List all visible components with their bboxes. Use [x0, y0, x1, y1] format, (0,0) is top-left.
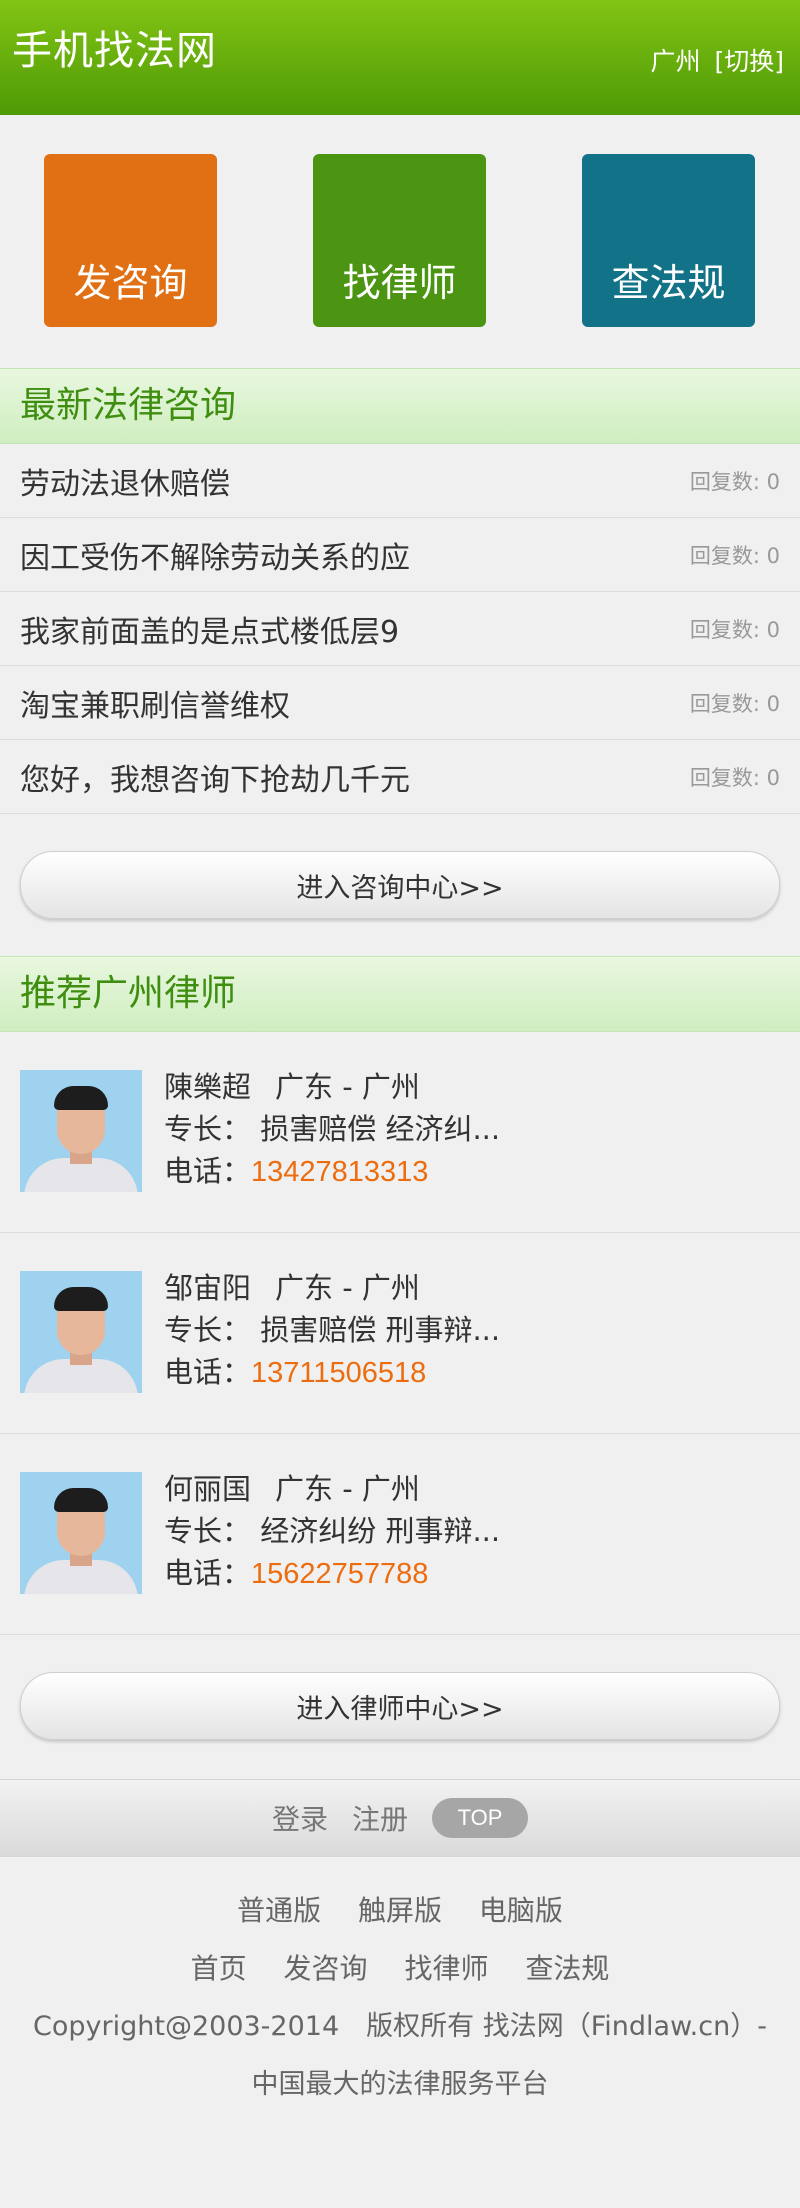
footer-nav-ask[interactable]: 发咨询 — [284, 1952, 368, 1985]
reply-count: 回复数: 0 — [689, 691, 780, 716]
lawyer-phone[interactable]: 13711506518 — [251, 1357, 426, 1389]
quick-actions: 发咨询 找律师 查法规 — [0, 115, 800, 368]
header: 手机找法网 广州 [切换] — [0, 0, 800, 115]
lawyer-phone[interactable]: 15622757788 — [251, 1558, 428, 1590]
consult-item-text: 淘宝兼职刷信誉维权 — [20, 688, 290, 724]
footer-nav-home[interactable]: 首页 — [191, 1952, 247, 1985]
reply-count: 回复数: 0 — [689, 543, 780, 568]
lawyer-specialty: 经济纠纷 刑事辩... — [260, 1514, 501, 1548]
find-lawyer-button[interactable]: 找律师 — [313, 154, 486, 327]
phone-label: 电话： — [164, 1154, 252, 1188]
lawyer-region: 广东 - 广州 — [275, 1472, 420, 1506]
version-link-desktop[interactable]: 电脑版 — [479, 1894, 563, 1927]
footer-bar: 登录 注册 TOP — [0, 1779, 800, 1857]
lawyer-card[interactable]: 何丽国 广东 - 广州 专长： 经济纠纷 刑事辩... 电话：1562275778… — [0, 1434, 800, 1635]
register-link[interactable]: 注册 — [352, 1798, 408, 1838]
lawyer-specialty: 损害赔偿 经济纠... — [260, 1112, 501, 1146]
version-link-touch[interactable]: 触屏版 — [358, 1894, 442, 1927]
lawyer-list: 陳樂超 广东 - 广州 专长： 损害赔偿 经济纠... 电话：1342781331… — [0, 1032, 800, 1635]
specialty-label: 专长： — [164, 1112, 252, 1146]
version-link-standard[interactable]: 普通版 — [237, 1894, 321, 1927]
lawyer-card[interactable]: 陳樂超 广东 - 广州 专长： 损害赔偿 经济纠... 电话：1342781331… — [0, 1032, 800, 1233]
version-links: 普通版 触屏版 电脑版 — [0, 1882, 800, 1940]
phone-label: 电话： — [164, 1556, 252, 1590]
consult-item[interactable]: 劳动法退休赔偿 回复数: 0 — [0, 444, 800, 518]
lawyer-center-button[interactable]: 进入律师中心>> — [20, 1672, 780, 1740]
lawyer-name[interactable]: 邹宙阳 — [164, 1271, 251, 1305]
back-to-top-button[interactable]: TOP — [432, 1798, 529, 1838]
copyright: Copyright@2003-2014 版权所有 找法网（Findlaw.cn）… — [0, 1998, 800, 2114]
lawyer-phone[interactable]: 13427813313 — [251, 1156, 428, 1188]
lawyer-more-wrap: 进入律师中心>> — [0, 1635, 800, 1779]
lawyer-region: 广东 - 广州 — [275, 1271, 420, 1305]
phone-label: 电话： — [164, 1355, 252, 1389]
footer-nav-regulations[interactable]: 查法规 — [525, 1952, 609, 1985]
lawyer-name[interactable]: 陳樂超 — [164, 1070, 251, 1104]
slogan-text: 中国最大的法律服务平台 — [251, 2069, 549, 2100]
specialty-label: 专长： — [164, 1514, 252, 1548]
consult-item-text: 劳动法退休赔偿 — [20, 466, 230, 502]
lawyer-region: 广东 - 广州 — [275, 1070, 420, 1104]
latest-consult-title: 最新法律咨询 — [0, 368, 800, 444]
city-switch-link[interactable]: [切换] — [714, 47, 784, 76]
ask-question-button[interactable]: 发咨询 — [44, 154, 217, 327]
lawyer-specialty: 损害赔偿 刑事辩... — [260, 1313, 501, 1347]
lawyer-avatar[interactable] — [20, 1472, 142, 1594]
lawyer-card[interactable]: 邹宙阳 广东 - 广州 专长： 损害赔偿 刑事辩... 电话：1371150651… — [0, 1233, 800, 1434]
site-title[interactable]: 手机找法网 — [12, 18, 217, 76]
footer-nav-find-lawyer[interactable]: 找律师 — [404, 1952, 488, 1985]
reply-count: 回复数: 0 — [689, 765, 780, 790]
city-selector: 广州 [切换] — [650, 42, 784, 78]
recommended-lawyers-title: 推荐广州律师 — [0, 956, 800, 1032]
reply-count: 回复数: 0 — [689, 617, 780, 642]
consult-item-text: 您好，我想咨询下抢劫几千元 — [20, 762, 410, 798]
consult-center-button[interactable]: 进入咨询中心>> — [20, 851, 780, 919]
reply-count: 回复数: 0 — [689, 469, 780, 494]
lawyer-info: 邹宙阳 广东 - 广州 专长： 损害赔偿 刑事辩... 电话：1371150651… — [164, 1267, 500, 1394]
lawyer-avatar[interactable] — [20, 1271, 142, 1393]
specialty-label: 专长： — [164, 1313, 252, 1347]
lawyer-info: 陳樂超 广东 - 广州 专长： 损害赔偿 经济纠... 电话：1342781331… — [164, 1066, 500, 1193]
copyright-text: Copyright@2003-2014 版权所有 找法网（Findlaw.cn）… — [33, 2011, 767, 2042]
footer-nav: 首页 发咨询 找律师 查法规 — [0, 1940, 800, 1998]
footer-links: 普通版 触屏版 电脑版 首页 发咨询 找律师 查法规 — [0, 1857, 800, 1998]
lawyer-name[interactable]: 何丽国 — [164, 1472, 251, 1506]
consult-item[interactable]: 淘宝兼职刷信誉维权 回复数: 0 — [0, 666, 800, 740]
consult-item[interactable]: 因工受伤不解除劳动关系的应 回复数: 0 — [0, 518, 800, 592]
lawyer-info: 何丽国 广东 - 广州 专长： 经济纠纷 刑事辩... 电话：1562275778… — [164, 1468, 500, 1595]
consult-item[interactable]: 我家前面盖的是点式楼低层9 回复数: 0 — [0, 592, 800, 666]
consult-item-text: 因工受伤不解除劳动关系的应 — [20, 540, 410, 576]
consult-more-wrap: 进入咨询中心>> — [0, 814, 800, 956]
search-regulations-button[interactable]: 查法规 — [582, 154, 755, 327]
login-link[interactable]: 登录 — [272, 1798, 328, 1838]
consult-list: 劳动法退休赔偿 回复数: 0 因工受伤不解除劳动关系的应 回复数: 0 我家前面… — [0, 444, 800, 814]
city-name: 广州 — [650, 47, 701, 76]
consult-item-text: 我家前面盖的是点式楼低层9 — [20, 614, 400, 650]
lawyer-avatar[interactable] — [20, 1070, 142, 1192]
consult-item[interactable]: 您好，我想咨询下抢劫几千元 回复数: 0 — [0, 740, 800, 814]
